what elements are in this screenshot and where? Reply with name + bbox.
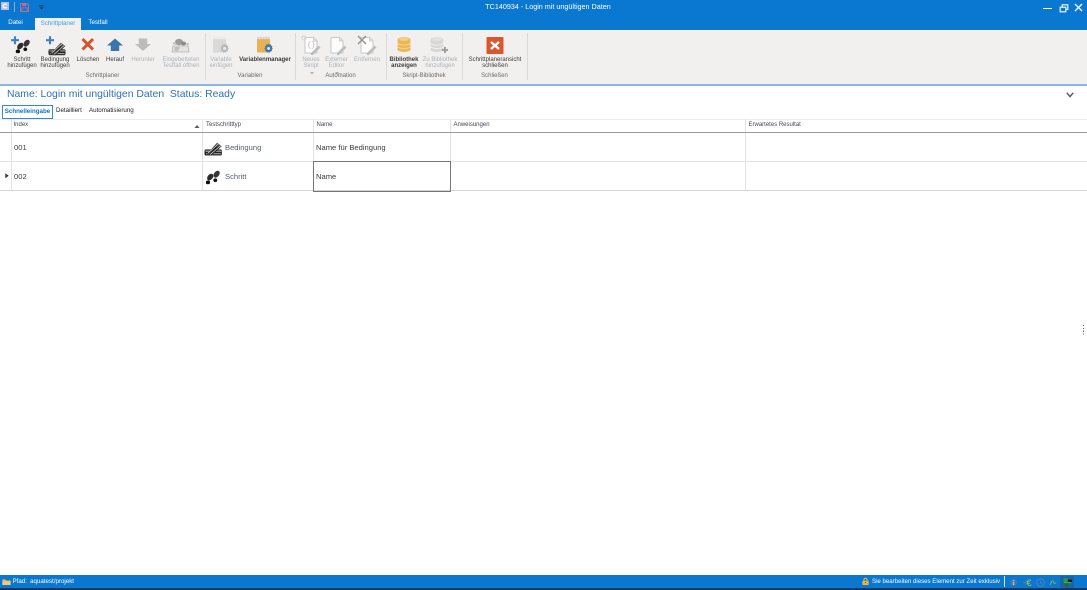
svg-text:{}: {} xyxy=(307,42,315,50)
svg-text:€: € xyxy=(1027,578,1032,587)
